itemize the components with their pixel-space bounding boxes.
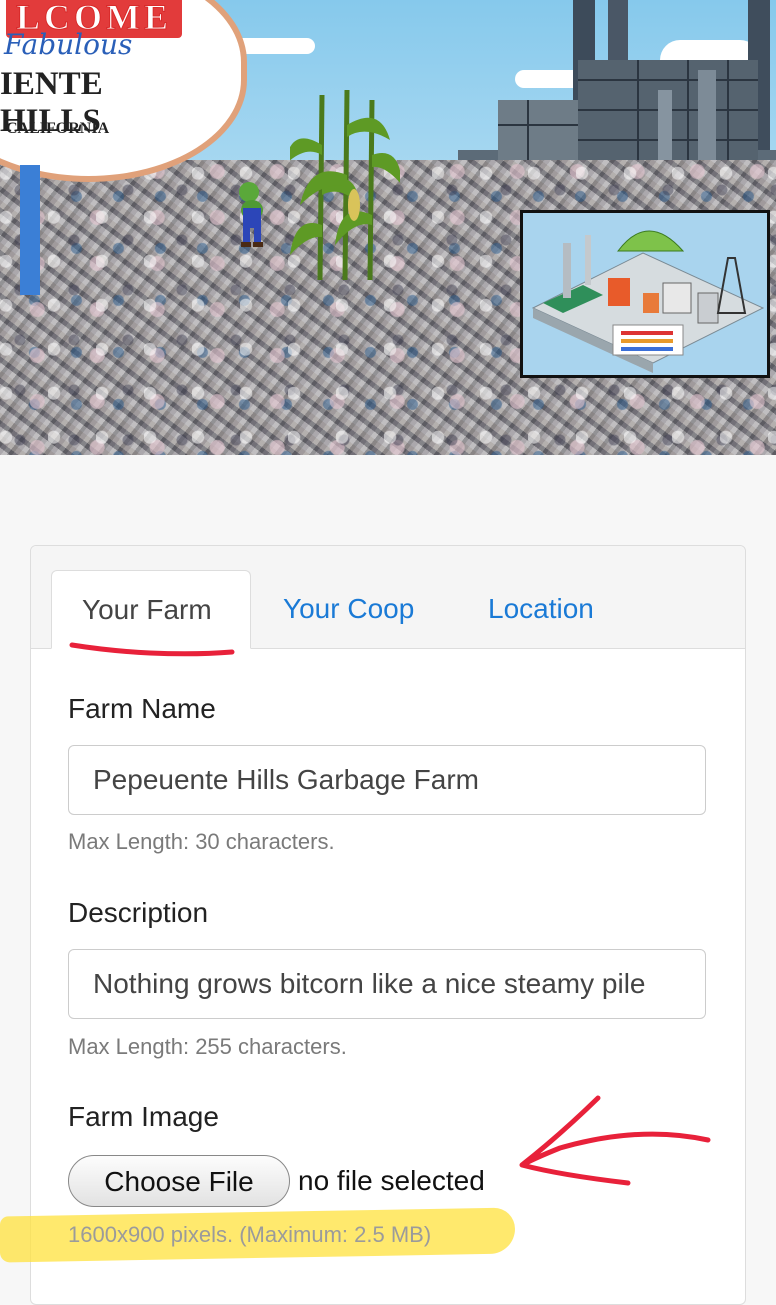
red-underline-annotation (69, 642, 235, 657)
red-arrow-annotation (519, 1095, 711, 1186)
red-annotations (69, 642, 711, 1186)
